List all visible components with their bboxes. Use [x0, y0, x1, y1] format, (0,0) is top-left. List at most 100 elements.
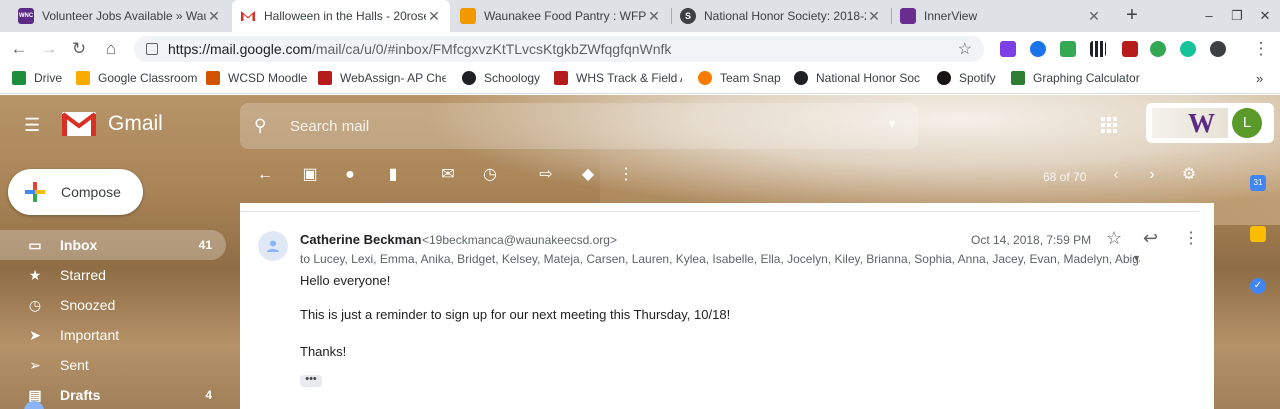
more-actions-icon[interactable]: ⋮ [616, 165, 636, 185]
forward-icon[interactable]: → [38, 38, 60, 60]
bookmark-spotify[interactable]: Spotify [937, 71, 996, 85]
gmail-app: ☰ Gmail ⚲ ▼ W L Compose ▭ Inbox 41 ★ Sta… [0, 95, 1280, 409]
power-icon[interactable] [1150, 41, 1166, 57]
calendar-icon[interactable]: 31 [1250, 175, 1266, 191]
schoology-icon [794, 71, 808, 85]
bookmark-drive[interactable]: Drive [12, 71, 62, 85]
org-logo-letter: W [1188, 108, 1215, 138]
restore-button[interactable]: ❐ [1222, 0, 1252, 32]
bookmark-label: WHS Track & Field A [576, 71, 682, 85]
drive-icon [12, 71, 26, 85]
sidebar-item-starred[interactable]: ★ Starred [0, 260, 226, 290]
inbox-icon: ▭ [28, 236, 42, 253]
search-bar[interactable]: ⚲ ▼ [240, 103, 918, 149]
main-menu-icon[interactable]: ☰ [24, 115, 44, 135]
close-tab-icon[interactable]: ✕ [646, 8, 662, 25]
bookmark-label: Google Classroom [98, 71, 198, 85]
close-tab-icon[interactable]: ✕ [1086, 8, 1102, 25]
bookmark-wcsd-moodle[interactable]: WCSD Moodle [206, 71, 307, 85]
archive-icon[interactable]: ▣ [300, 165, 320, 185]
home-icon[interactable]: ⌂ [100, 38, 122, 60]
close-tab-icon[interactable]: ✕ [426, 8, 442, 25]
delete-icon[interactable]: ▮ [383, 165, 403, 185]
tab-innerview[interactable]: InnerView ✕ [892, 0, 1110, 32]
bookmark-google-classroom[interactable]: Google Classroom [76, 71, 197, 85]
gmail-m-icon [61, 111, 97, 137]
bookmark-label: Graphing Calculator [1033, 71, 1140, 85]
tab-halloween-in-the-halls[interactable]: Halloween in the Halls - 20rose ✕ [232, 0, 450, 32]
show-details-icon[interactable]: ▼ [1132, 253, 1141, 263]
bookmark-team-snap[interactable]: Team Snap [698, 71, 781, 85]
label-icon[interactable]: ◆ [578, 165, 598, 185]
star-icon: ★ [28, 266, 42, 283]
address-bar[interactable]: https://mail.google.com/mail/ca/u/0/#inb… [134, 36, 984, 62]
bookmark-national-honor-society[interactable]: National Honor Soci [794, 71, 920, 85]
sidebar-item-inbox[interactable]: ▭ Inbox 41 [0, 230, 226, 260]
older-icon[interactable]: › [1142, 165, 1162, 185]
shield-icon[interactable] [1210, 41, 1226, 57]
tab-title: Halloween in the Halls - 20rose [264, 9, 426, 23]
tasks-icon[interactable]: ✓ [1250, 278, 1266, 294]
back-icon[interactable]: ← [8, 38, 30, 60]
bookmark-label: Team Snap [720, 71, 781, 85]
search-icon[interactable]: ⚲ [254, 116, 274, 136]
tab-favicon-wnc: WNC [18, 8, 34, 24]
body-line: This is just a reminder to sign up for o… [300, 307, 731, 322]
extension-dictionary-icon[interactable] [1060, 41, 1076, 57]
send-icon: ➢ [29, 356, 41, 373]
settings-gear-icon[interactable]: ⚙ [1179, 165, 1199, 185]
sender-email: <19beckmanca@waunakeecsd.org> [422, 233, 617, 247]
bookmark-whs-track[interactable]: WHS Track & Field A [554, 71, 682, 85]
bookmark-star-icon[interactable]: ☆ [958, 39, 972, 59]
keep-icon[interactable] [1250, 226, 1266, 242]
sender-avatar-icon[interactable] [258, 231, 288, 261]
gmail-logo[interactable]: Gmail [61, 111, 163, 137]
tab-national-honor-society[interactable]: S National Honor Society: 2018-2 ✕ [672, 0, 890, 32]
minimize-button[interactable]: – [1194, 0, 1224, 32]
search-input[interactable] [290, 117, 850, 135]
body-line: Hello everyone! [300, 273, 391, 288]
unread-count: 41 [198, 238, 212, 252]
sidebar-item-important[interactable]: ➤ Important [0, 320, 226, 350]
reload-icon[interactable]: ↻ [68, 38, 90, 60]
grammarly-icon[interactable] [1180, 41, 1196, 57]
sidebar-item-snoozed[interactable]: ◷ Snoozed [0, 290, 226, 320]
google-apps-icon[interactable] [1101, 117, 1119, 135]
sender-name[interactable]: Catherine Beckman [300, 232, 421, 247]
bookmark-graphing-calculator[interactable]: Graphing Calculator [1011, 71, 1140, 85]
close-tab-icon[interactable]: ✕ [206, 8, 222, 25]
extension-red-icon[interactable] [1122, 41, 1138, 57]
tab-volunteer-jobs[interactable]: WNC Volunteer Jobs Available » Wau ✕ [10, 0, 230, 32]
page-info-icon[interactable] [146, 43, 158, 55]
close-window-button[interactable]: ✕ [1250, 0, 1280, 32]
extension-puzzle-icon[interactable] [1000, 41, 1016, 57]
reply-icon[interactable]: ↩ [1143, 228, 1163, 249]
show-trimmed-content-button[interactable]: ••• [300, 374, 322, 387]
sidebar-item-sent[interactable]: ➢ Sent [0, 350, 226, 380]
new-tab-button[interactable]: + [1120, 4, 1144, 28]
compose-button[interactable]: Compose [8, 169, 143, 215]
qr-code-icon[interactable] [1090, 41, 1106, 57]
back-to-inbox-icon[interactable]: ← [255, 165, 275, 185]
newer-icon[interactable]: ‹ [1106, 165, 1126, 185]
move-to-icon[interactable]: ⇨ [536, 165, 556, 185]
spotify-icon [937, 71, 951, 85]
compose-label: Compose [61, 184, 121, 200]
important-icon: ➤ [29, 326, 41, 343]
mark-unread-icon[interactable]: ✉ [438, 165, 458, 185]
report-spam-icon[interactable]: ● [340, 165, 360, 185]
more-bookmarks-icon[interactable]: » [1256, 71, 1263, 86]
message-more-icon[interactable]: ⋮ [1183, 228, 1199, 248]
search-options-icon[interactable]: ▼ [886, 117, 898, 131]
extension-shield-icon[interactable] [1030, 41, 1046, 57]
tab-waunakee-food-pantry[interactable]: Waunakee Food Pantry : WFP V ✕ [452, 0, 670, 32]
chrome-menu-icon[interactable]: ⋮ [1250, 38, 1272, 60]
bookmark-webassign[interactable]: WebAssign- AP Chem [318, 71, 446, 85]
compose-plus-icon [23, 180, 47, 204]
close-tab-icon[interactable]: ✕ [866, 8, 882, 25]
bookmark-label: National Honor Soci [816, 71, 920, 85]
bookmark-label: WCSD Moodle [228, 71, 308, 85]
snooze-icon[interactable]: ◷ [480, 165, 500, 185]
star-message-icon[interactable]: ☆ [1106, 228, 1126, 249]
bookmark-schoology[interactable]: Schoology [462, 71, 540, 85]
